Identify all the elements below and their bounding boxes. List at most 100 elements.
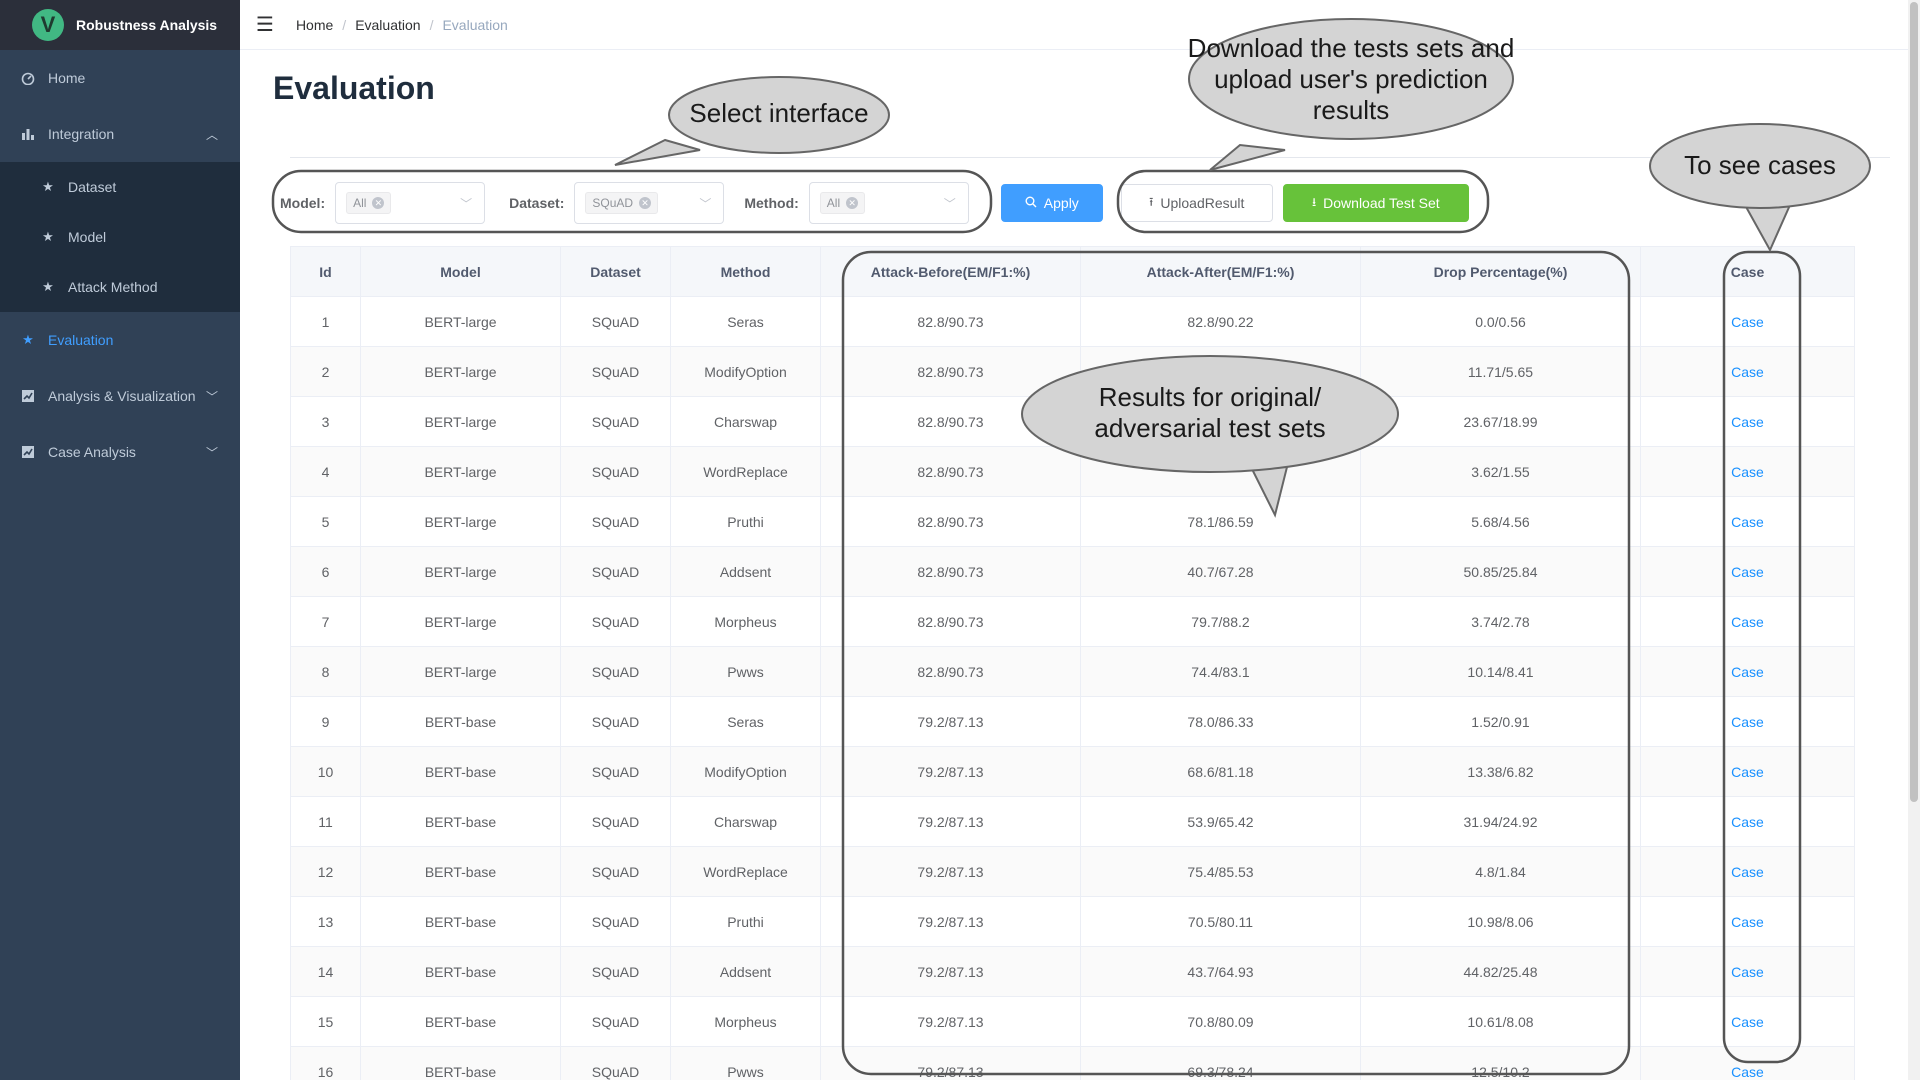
page-title: Evaluation [273,70,435,106]
cell-attack-before: 82.8/90.73 [820,346,1081,397]
case-link[interactable]: Case [1731,914,1764,930]
sidebar-item-model[interactable]: ★ Model [0,212,240,262]
column-header-drop-percentage[interactable]: Drop Percentage(%) [1360,246,1641,297]
hamburger-icon[interactable]: ☰ [256,12,274,37]
table-row: 6 BERT-large SQuAD Addsent 82.8/90.73 40.7/67… [290,546,1855,597]
cell-drop-percentage: 1.52/0.91 [1360,696,1641,747]
apply-button-label: Apply [1043,195,1079,211]
column-header-model[interactable]: Model [360,246,561,297]
method-select[interactable]: All ✕ ﹀ [808,182,969,224]
case-link[interactable]: Case [1731,464,1764,480]
cell-dataset: SQuAD [560,846,671,897]
column-header-dataset[interactable]: Dataset [560,246,671,297]
cell-attack-before: 82.8/90.73 [820,496,1081,547]
case-link[interactable]: Case [1731,714,1764,730]
sidebar-item-analysis-visualization[interactable]: Analysis & Visualization ﹀ [0,368,240,424]
case-link[interactable]: Case [1731,614,1764,630]
breadcrumb-home[interactable]: Home [296,17,333,33]
cell-case: Case [1640,846,1855,897]
sidebar-item-label: Analysis & Visualization [48,388,196,404]
table-row: 15 BERT-base SQuAD Morpheus 79.2/87.13 70.8/8… [290,996,1855,1047]
case-link[interactable]: Case [1731,664,1764,680]
app-logo: V [32,9,64,41]
cell-model: BERT-large [360,596,561,647]
sidebar-item-dataset[interactable]: ★ Dataset [0,162,240,212]
star-icon: ★ [42,229,54,244]
sidebar-item-label: Dataset [68,179,117,195]
cell-id: 8 [290,646,361,697]
sidebar-item-integration[interactable]: Integration ︿ [0,106,240,162]
column-header-attack-after[interactable]: Attack-After(EM/F1:%) [1080,246,1361,297]
model-label: Model: [280,195,326,211]
cell-method: WordReplace [670,446,821,497]
close-icon[interactable]: ✕ [846,197,859,209]
case-link[interactable]: Case [1731,514,1764,530]
table-row: 4 BERT-large SQuAD WordReplace 82.8/90.73 3.6… [290,446,1855,497]
cell-method: Charswap [670,396,821,447]
case-link[interactable]: Case [1731,1064,1764,1080]
model-select[interactable]: All ✕ ﹀ [335,182,486,224]
close-icon[interactable]: ✕ [639,197,652,209]
chevron-up-icon: ︿ [205,127,218,142]
cell-drop-percentage: 4.8/1.84 [1360,846,1641,897]
case-link[interactable]: Case [1731,764,1764,780]
case-link[interactable]: Case [1731,564,1764,580]
dashboard-icon [20,70,36,86]
column-header-id[interactable]: Id [290,246,361,297]
cell-case: Case [1640,396,1855,447]
cell-attack-after [1080,446,1361,497]
cell-method: Pwws [670,1046,821,1080]
upload-result-button[interactable]: ⭱ UploadResult [1120,184,1273,222]
cell-model: BERT-large [360,446,561,497]
apply-button[interactable]: Apply [1000,184,1103,222]
chart-line-icon [20,444,36,460]
case-link[interactable]: Case [1731,1014,1764,1030]
sidebar-item-case-analysis[interactable]: Case Analysis ﹀ [0,424,240,480]
case-link[interactable]: Case [1731,964,1764,980]
case-link[interactable]: Case [1731,314,1764,330]
column-header-method[interactable]: Method [670,246,821,297]
download-annotation-text: Download the tests sets and upload user'… [1187,33,1515,125]
cell-model: BERT-large [360,546,561,597]
download-test-set-button[interactable]: ⭳ Download Test Set [1282,184,1469,222]
cell-attack-before: 79.2/87.13 [820,846,1081,897]
column-header-attack-before[interactable]: Attack-Before(EM/F1:%) [820,246,1081,297]
case-link[interactable]: Case [1731,414,1764,430]
cell-attack-after: 75.4/85.53 [1080,846,1361,897]
brand[interactable]: V Robustness Analysis [0,0,240,50]
results-annotation-text: Results for original/ adversarial test s… [1094,382,1326,443]
table-row: 10 BERT-base SQuAD ModifyOption 79.2/87.13 68… [290,746,1855,797]
cell-attack-before: 79.2/87.13 [820,696,1081,747]
case-link[interactable]: Case [1731,814,1764,830]
select-annotation-text: Select interface [689,98,869,128]
download-test-set-label: Download Test Set [1323,195,1440,211]
scrollbar-thumb[interactable] [1910,2,1918,802]
cell-attack-before: 82.8/90.73 [820,546,1081,597]
cell-model: BERT-large [360,346,561,397]
breadcrumb-evaluation[interactable]: Evaluation [355,17,420,33]
cell-attack-before: 82.8/90.73 [820,446,1081,497]
case-link[interactable]: Case [1731,864,1764,880]
table-row: 14 BERT-base SQuAD Addsent 79.2/87.13 43.7/64… [290,946,1855,997]
column-header-case[interactable]: Case [1640,246,1855,297]
cell-drop-percentage: 3.74/2.78 [1360,596,1641,647]
cell-case: Case [1640,696,1855,747]
cell-method: Seras [670,696,821,747]
breadcrumb: Home / Evaluation / Evaluation [296,17,508,33]
case-link[interactable]: Case [1731,364,1764,380]
cell-dataset: SQuAD [560,996,671,1047]
cell-case: Case [1640,596,1855,647]
cell-id: 14 [290,946,361,997]
cell-method: Addsent [670,946,821,997]
sidebar-item-attack-method[interactable]: ★ Attack Method [0,262,240,312]
cell-case: Case [1640,996,1855,1047]
cell-attack-before: 82.8/90.73 [820,296,1081,347]
cell-method: Pruthi [670,896,821,947]
app-root: V Robustness Analysis Home Integration ︿… [0,0,1920,1080]
page-scrollbar[interactable] [1908,0,1920,1080]
cell-dataset: SQuAD [560,346,671,397]
sidebar-item-home[interactable]: Home [0,50,240,106]
sidebar-item-evaluation[interactable]: ★ Evaluation [0,312,240,368]
close-icon[interactable]: ✕ [372,197,385,209]
dataset-select[interactable]: SQuAD ✕ ﹀ [574,182,725,224]
